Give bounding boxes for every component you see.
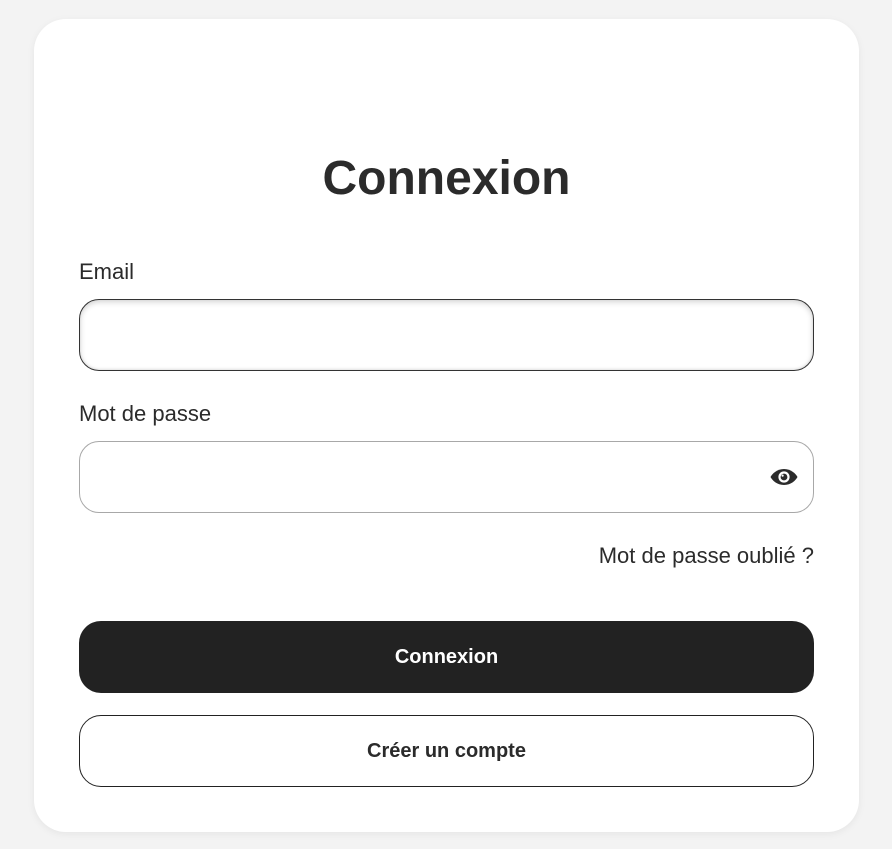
create-account-button[interactable]: Créer un compte — [79, 715, 814, 787]
email-label: Email — [79, 259, 135, 284]
email-field-wrapper — [79, 299, 814, 371]
password-label: Mot de passe — [79, 401, 212, 426]
eye-icon[interactable] — [769, 466, 799, 488]
password-field-wrapper — [79, 441, 814, 513]
login-button[interactable]: Connexion — [79, 621, 814, 693]
page-title: Connexion — [322, 152, 571, 205]
email-field[interactable] — [80, 300, 813, 370]
login-card: Connexion Email Mot de passe Mot de pass… — [34, 19, 859, 832]
forgot-password-link[interactable]: Mot de passe oublié ? — [599, 543, 814, 569]
password-field[interactable] — [80, 442, 813, 512]
